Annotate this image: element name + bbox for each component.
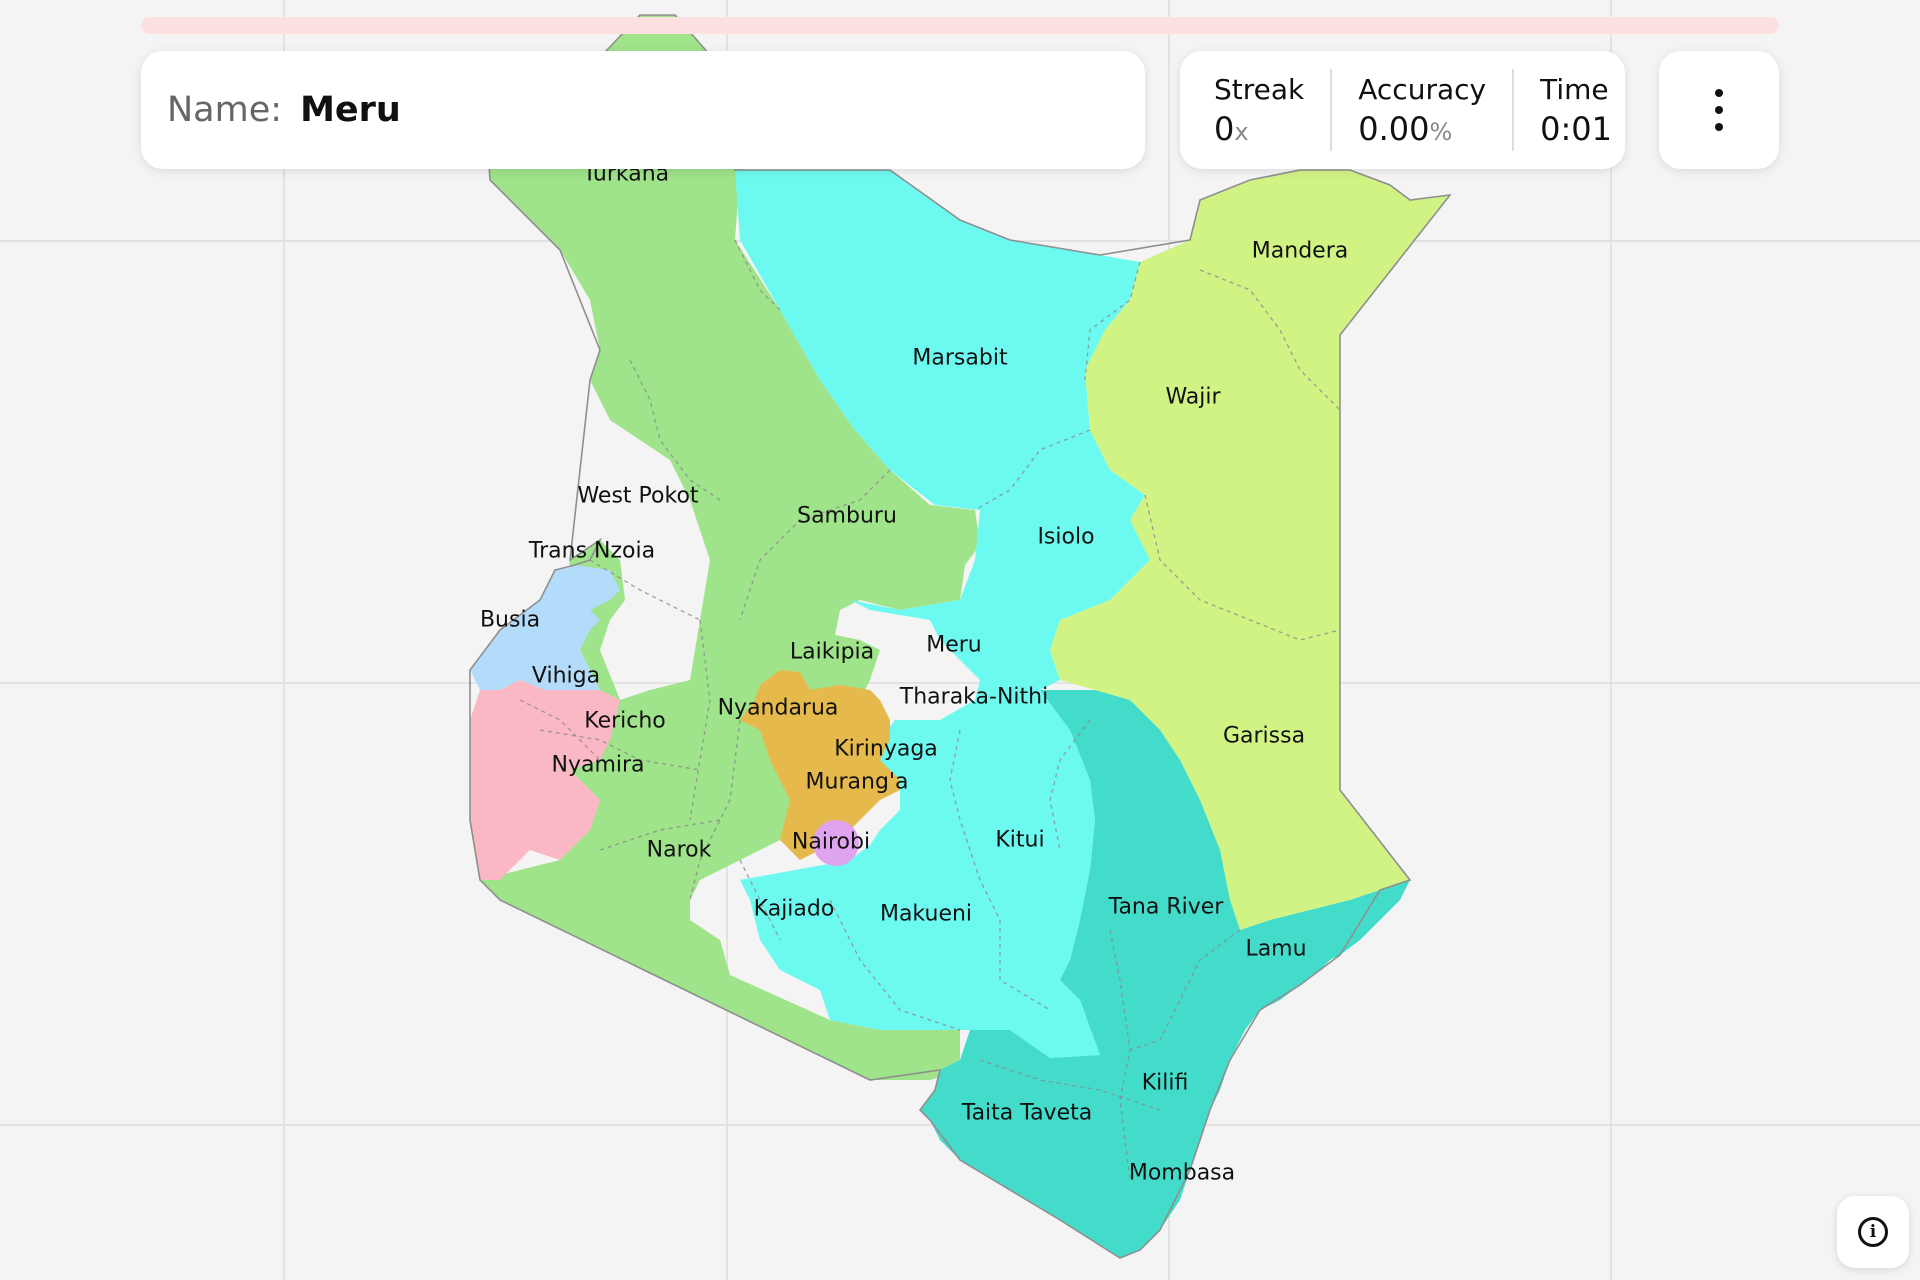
progress-bar-fill	[141, 17, 1746, 34]
county-label-kirinyaga[interactable]: Kirinyaga	[834, 737, 938, 762]
county-label-taita-taveta[interactable]: Taita Taveta	[962, 1101, 1092, 1126]
county-label-isiolo[interactable]: Isiolo	[1037, 525, 1094, 550]
county-label-mombasa[interactable]: Mombasa	[1129, 1161, 1235, 1186]
county-label-kitui[interactable]: Kitui	[995, 828, 1044, 853]
county-label-tharaka-nithi[interactable]: Tharaka-Nithi	[900, 685, 1048, 710]
stat-streak: Streak 0x	[1188, 51, 1330, 169]
prompt-label: Name:	[167, 90, 283, 130]
county-label-samburu[interactable]: Samburu	[797, 504, 897, 529]
county-label-busia[interactable]: Busia	[480, 608, 540, 633]
county-label-laikipia[interactable]: Laikipia	[790, 640, 874, 665]
county-label-nyamira[interactable]: Nyamira	[551, 753, 644, 778]
county-label-kilifi[interactable]: Kilifi	[1142, 1071, 1189, 1096]
county-label-marsabit[interactable]: Marsabit	[912, 346, 1007, 371]
stat-streak-label: Streak	[1214, 72, 1305, 106]
county-label-kajiado[interactable]: Kajiado	[754, 897, 835, 922]
prompt-card: Name: Meru	[141, 51, 1145, 169]
menu-button[interactable]	[1659, 51, 1779, 169]
county-label-meru[interactable]: Meru	[926, 633, 982, 658]
prompt-target-name: Meru	[300, 90, 401, 130]
county-label-nyandarua[interactable]: Nyandarua	[718, 696, 839, 721]
stat-streak-value: 0x	[1214, 109, 1249, 148]
county-label-vihiga[interactable]: Vihiga	[532, 664, 600, 689]
stat-time: Time 0:01	[1512, 69, 1638, 151]
stat-time-value: 0:01	[1540, 109, 1612, 148]
county-label-narok[interactable]: Narok	[647, 838, 712, 863]
info-icon: i	[1858, 1217, 1888, 1247]
stat-accuracy-value: 0.00%	[1358, 109, 1453, 148]
county-label-makueni[interactable]: Makueni	[880, 902, 972, 927]
stats-card: Streak 0x Accuracy 0.00% Time 0:01	[1180, 51, 1625, 169]
info-button[interactable]: i	[1837, 1196, 1909, 1268]
county-label-tana-river[interactable]: Tana River	[1109, 895, 1224, 920]
county-label-lamu[interactable]: Lamu	[1245, 937, 1306, 962]
county-label-garissa[interactable]: Garissa	[1223, 724, 1305, 749]
county-label-muranga[interactable]: Murang'a	[806, 770, 909, 795]
stat-accuracy: Accuracy 0.00%	[1330, 69, 1512, 151]
county-label-mandera[interactable]: Mandera	[1252, 239, 1348, 264]
county-label-kericho[interactable]: Kericho	[584, 709, 666, 734]
county-label-west-pokot[interactable]: West Pokot	[577, 484, 698, 509]
county-label-nairobi[interactable]: Nairobi	[792, 830, 870, 855]
stat-time-label: Time	[1540, 72, 1609, 106]
map-stage[interactable]: Turkana Marsabit Mandera Wajir West Poko…	[0, 0, 1920, 1280]
county-label-wajir[interactable]: Wajir	[1165, 385, 1220, 410]
stat-accuracy-label: Accuracy	[1358, 72, 1487, 106]
kebab-menu-icon	[1715, 89, 1723, 131]
progress-bar	[141, 17, 1779, 34]
county-label-trans-nzoia[interactable]: Trans Nzoia	[529, 539, 655, 564]
